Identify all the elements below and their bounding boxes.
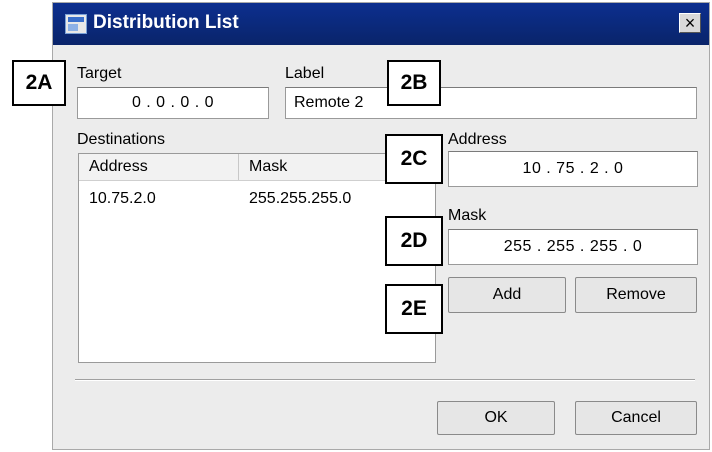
callout-2b: 2B: [387, 60, 441, 106]
destinations-list-header: Address Mask: [79, 154, 435, 181]
target-label: Target: [77, 65, 122, 82]
title-bar: Distribution List ×: [53, 3, 709, 45]
callout-2d: 2D: [385, 216, 443, 266]
remove-button[interactable]: Remove: [575, 277, 697, 313]
separator-line: [75, 379, 695, 381]
callout-2a: 2A: [12, 60, 66, 106]
add-button[interactable]: Add: [448, 277, 566, 313]
ok-button[interactable]: OK: [437, 401, 555, 435]
app-window-icon: [65, 14, 87, 34]
mask-label: Mask: [448, 207, 487, 224]
destinations-list[interactable]: Address Mask 10.75.2.0 255.255.255.0: [78, 153, 436, 363]
callout-2e: 2E: [385, 284, 443, 334]
close-button[interactable]: ×: [679, 13, 701, 33]
target-ip-field[interactable]: 0 . 0 . 0 . 0: [77, 87, 269, 119]
callout-2c: 2C: [385, 134, 443, 184]
distribution-list-dialog: Distribution List × Target 0 . 0 . 0 . 0…: [52, 2, 710, 450]
cancel-button[interactable]: Cancel: [575, 401, 697, 435]
label-field-label: Label: [285, 65, 325, 82]
address-ip-field[interactable]: 10 . 75 . 2 . 0: [448, 151, 698, 187]
row-address-cell: 10.75.2.0: [89, 190, 156, 207]
row-mask-cell: 255.255.255.0: [249, 190, 352, 207]
label-input[interactable]: Remote 2: [285, 87, 697, 119]
mask-ip-field[interactable]: 255 . 255 . 255 . 0: [448, 229, 698, 265]
column-header-address[interactable]: Address: [79, 154, 239, 180]
address-label: Address: [448, 131, 507, 148]
dialog-title: Distribution List: [93, 12, 239, 33]
destinations-label: Destinations: [77, 131, 166, 148]
